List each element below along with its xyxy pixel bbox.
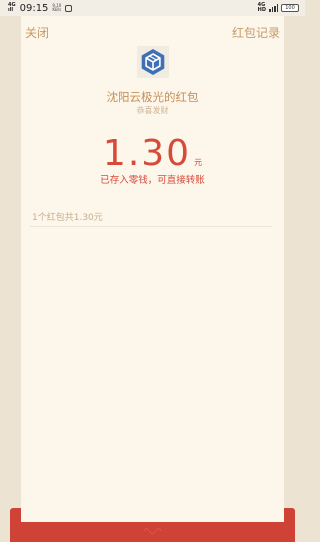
amount-unit: 元: [194, 158, 203, 167]
net-speed-unit: KB/s: [52, 7, 62, 12]
signal-hd: HD: [257, 7, 266, 13]
packet-summary: 1个红包共1.30元: [32, 213, 103, 223]
close-button[interactable]: 关闭: [25, 24, 49, 41]
network-indicator: 4G ıll: [8, 3, 16, 13]
amount-display: 1.30 元: [0, 133, 305, 174]
amount-value: 1.30: [102, 133, 192, 174]
status-right: 4G HD 100: [258, 3, 299, 13]
notification-icon: [65, 4, 73, 12]
red-packet-record-link[interactable]: 红包记录: [232, 24, 280, 41]
battery-level: 100: [285, 5, 295, 11]
divider: [30, 226, 272, 227]
battery-icon: 100: [281, 4, 299, 12]
clock: 09:15: [19, 2, 49, 14]
signal-label: 4G HD: [258, 3, 266, 13]
status-bar: 4G ıll 09:15 9.10 KB/s 4G HD 100: [0, 0, 305, 16]
deposit-notice-link[interactable]: 已存入零钱，可直接转账: [0, 172, 305, 186]
signal-icon: [269, 4, 278, 12]
network-bars: ıll: [8, 7, 14, 13]
sender-logo-icon: [137, 46, 169, 78]
greeting-text: 恭喜发财: [136, 106, 169, 115]
sender-name: 沈阳云极光的红包: [106, 90, 199, 104]
net-speed: 9.10 KB/s: [52, 4, 61, 12]
bottom-decoration-icon: ◠◡◠: [143, 527, 162, 535]
status-left: 4G ıll 09:15 9.10 KB/s: [8, 2, 73, 14]
